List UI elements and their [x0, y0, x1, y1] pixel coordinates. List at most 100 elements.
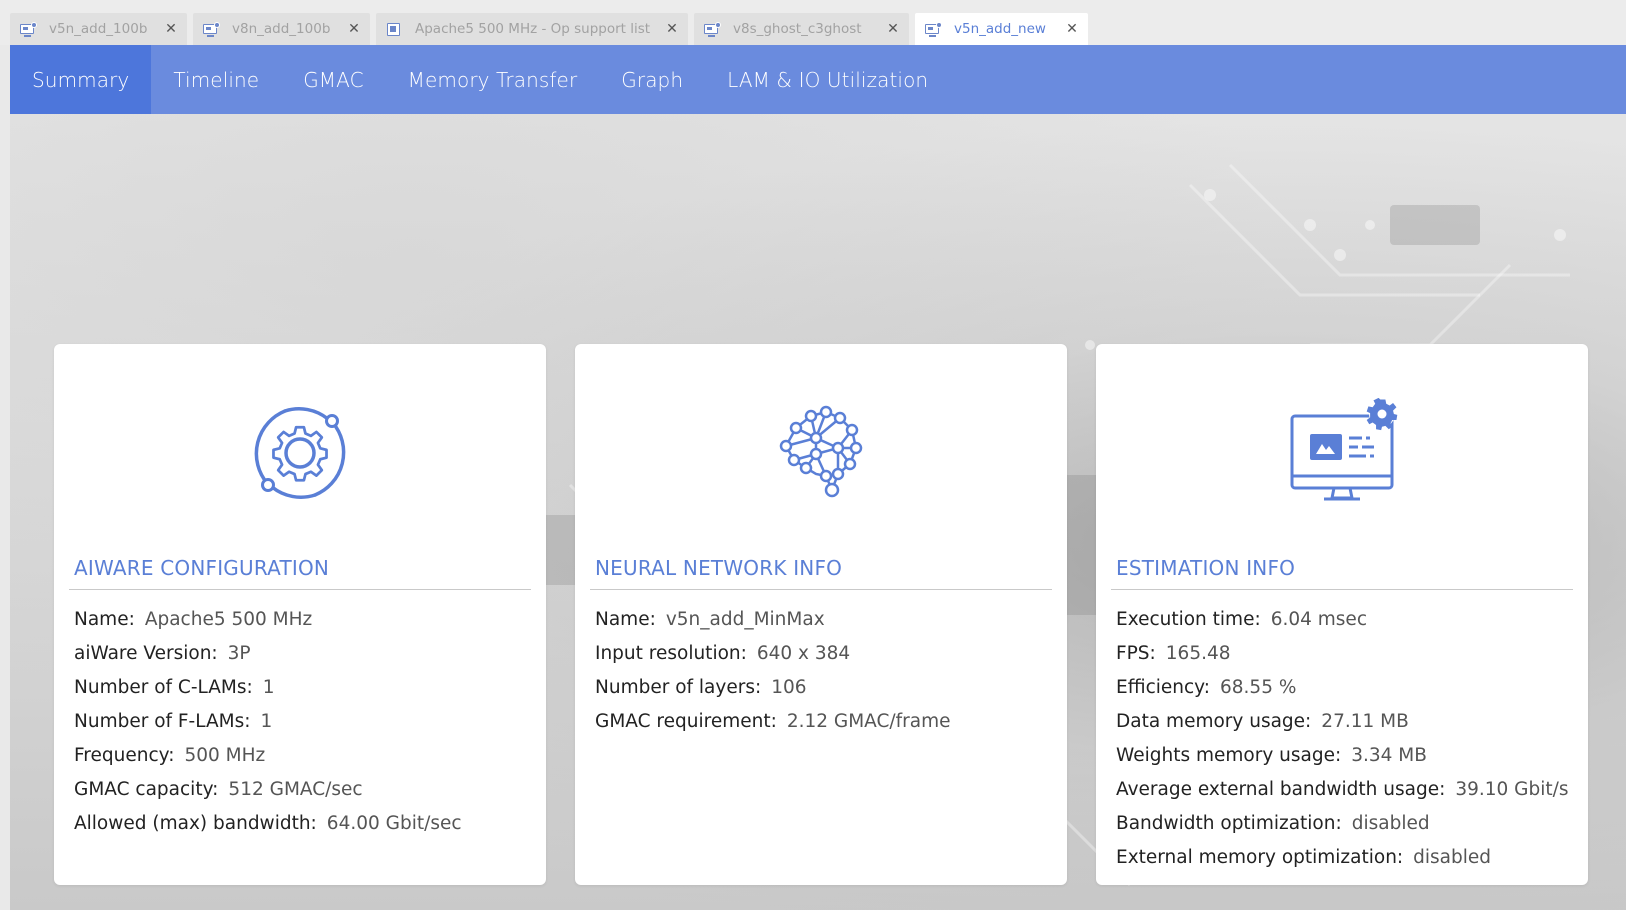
- divider: [1111, 589, 1573, 590]
- close-icon[interactable]: ✕: [666, 21, 678, 37]
- info-value: Apache5 500 MHz: [144, 608, 313, 630]
- info-key: Number of F-LAMs:: [74, 710, 251, 732]
- info-value: 512 GMAC/sec: [228, 778, 363, 800]
- info-key: Input resolution:: [595, 642, 747, 664]
- editor-tab-label: v8n_add_100b: [232, 21, 331, 37]
- editor-tab-strip: v5n_add_100b ✕ v8n_add_100b ✕ Apache5 50…: [0, 0, 1626, 45]
- info-key: Efficiency:: [1116, 676, 1210, 698]
- summary-view: Summary Timeline GMAC Memory Transfer Gr…: [10, 45, 1626, 910]
- editor-tab-label: Apache5 500 MHz - Op support list: [415, 21, 651, 37]
- tab-lam-io-utilization[interactable]: LAM & IO Utilization: [705, 45, 950, 114]
- info-key: Name:: [74, 608, 135, 630]
- info-value: 68.55 %: [1220, 676, 1297, 698]
- info-value: disabled: [1351, 812, 1430, 834]
- aiware-configuration-card: AIWARE CONFIGURATION Name: Apache5 500 MH…: [54, 344, 546, 885]
- tab-timeline[interactable]: Timeline: [151, 45, 281, 114]
- close-icon[interactable]: ✕: [887, 21, 899, 37]
- info-key: Execution time:: [1116, 608, 1261, 630]
- card-title: NEURAL NETWORK INFO: [595, 556, 843, 580]
- info-value: 64.00 Gbit/sec: [326, 812, 462, 834]
- editor-tab-v8n-add-100b[interactable]: v8n_add_100b ✕: [193, 13, 370, 45]
- info-row: GMAC requirement: 2.12 GMAC/frame: [595, 704, 1057, 738]
- info-row: Efficiency: 68.55 %: [1116, 670, 1578, 704]
- monitor-icon: [925, 21, 942, 37]
- tab-graph[interactable]: Graph: [599, 45, 705, 114]
- neural-brain-icon: [779, 405, 863, 498]
- info-value: 3.34 MB: [1351, 744, 1427, 766]
- tab-memory-transfer[interactable]: Memory Transfer: [386, 45, 600, 114]
- estimation-rows: Execution time: 6.04 msec FPS: 165.48 Effi…: [1116, 602, 1578, 874]
- info-value: disabled: [1413, 846, 1492, 868]
- info-value: 6.04 msec: [1270, 608, 1367, 630]
- editor-tab-v8s-ghost[interactable]: v8s_ghost_c3ghost ✕: [694, 13, 909, 45]
- close-icon[interactable]: ✕: [1066, 21, 1078, 37]
- editor-tab-v5n-add-new[interactable]: v5n_add_new ✕: [915, 13, 1088, 45]
- network-rows: Name: v5n_add_MinMax Input resolution: 640…: [595, 602, 1057, 738]
- card-title: ESTIMATION INFO: [1116, 556, 1296, 580]
- info-key: Bandwidth optimization:: [1116, 812, 1342, 834]
- info-key: Data memory usage:: [1116, 710, 1312, 732]
- info-row: GMAC capacity: 512 GMAC/sec: [74, 772, 536, 806]
- chip-icon: [386, 22, 403, 37]
- info-key: Name:: [595, 608, 656, 630]
- monitor-icon: [20, 21, 37, 37]
- info-row: Name: v5n_add_MinMax: [595, 602, 1057, 636]
- info-value: 39.10 Gbit/s: [1455, 778, 1569, 800]
- divider: [590, 589, 1052, 590]
- info-value: 500 MHz: [184, 744, 266, 766]
- estimation-icon-wrap: [1096, 398, 1588, 508]
- editor-tab-v5n-add-100b[interactable]: v5n_add_100b ✕: [10, 13, 187, 45]
- monitor-icon: [203, 21, 220, 37]
- info-value: 27.11 MB: [1321, 710, 1409, 732]
- editor-tab-label: v5n_add_100b: [49, 21, 148, 37]
- editor-tab-label: v8s_ghost_c3ghost: [733, 21, 862, 37]
- editor-tab-op-support-list[interactable]: Apache5 500 MHz - Op support list ✕: [376, 13, 688, 45]
- info-row: Input resolution: 640 x 384: [595, 636, 1057, 670]
- main-nav: Summary Timeline GMAC Memory Transfer Gr…: [10, 45, 1626, 114]
- info-row: Allowed (max) bandwidth: 64.00 Gbit/sec: [74, 806, 536, 840]
- info-value: 640 x 384: [756, 642, 851, 664]
- info-row: Number of C-LAMs: 1: [74, 670, 536, 704]
- info-key: GMAC requirement:: [595, 710, 777, 732]
- network-icon-wrap: [575, 398, 1067, 508]
- info-key: aiWare Version:: [74, 642, 218, 664]
- tab-summary[interactable]: Summary: [10, 45, 152, 114]
- gear-cycle-icon: [254, 407, 346, 499]
- info-row: Data memory usage: 27.11 MB: [1116, 704, 1578, 738]
- info-value: 1: [262, 676, 275, 698]
- info-key: Allowed (max) bandwidth:: [74, 812, 317, 834]
- info-value: 3P: [227, 642, 251, 664]
- info-value: 106: [771, 676, 807, 698]
- info-value: 2.12 GMAC/frame: [786, 710, 951, 732]
- info-value: 165.48: [1165, 642, 1231, 664]
- info-row: Weights memory usage: 3.34 MB: [1116, 738, 1578, 772]
- info-key: Average external bandwidth usage:: [1116, 778, 1446, 800]
- info-key: GMAC capacity:: [74, 778, 219, 800]
- info-row: Number of F-LAMs: 1: [74, 704, 536, 738]
- info-row: Bandwidth optimization: disabled: [1116, 806, 1578, 840]
- info-row: Frequency: 500 MHz: [74, 738, 536, 772]
- close-icon[interactable]: ✕: [165, 21, 177, 37]
- aiware-rows: Name: Apache5 500 MHz aiWare Version: 3P N…: [74, 602, 536, 840]
- info-row: Number of layers: 106: [595, 670, 1057, 704]
- estimation-info-card: ESTIMATION INFO Execution time: 6.04 msec…: [1096, 344, 1588, 885]
- info-key: FPS:: [1116, 642, 1156, 664]
- aiware-icon-wrap: [54, 398, 546, 508]
- info-row: aiWare Version: 3P: [74, 636, 536, 670]
- info-value: 1: [260, 710, 273, 732]
- close-icon[interactable]: ✕: [348, 21, 360, 37]
- info-key: Number of layers:: [595, 676, 762, 698]
- monitor-settings-icon: [1290, 398, 1398, 501]
- neural-network-info-card: NEURAL NETWORK INFO Name: v5n_add_MinMax …: [575, 344, 1067, 885]
- divider: [69, 589, 531, 590]
- info-key: Frequency:: [74, 744, 175, 766]
- editor-tab-label: v5n_add_new: [954, 21, 1046, 37]
- info-key: External memory optimization:: [1116, 846, 1404, 868]
- info-key: Number of C-LAMs:: [74, 676, 253, 698]
- monitor-icon: [704, 21, 721, 37]
- info-row: External memory optimization: disabled: [1116, 840, 1578, 874]
- info-row: Execution time: 6.04 msec: [1116, 602, 1578, 636]
- info-row: Average external bandwidth usage: 39.10 G…: [1116, 772, 1578, 806]
- info-key: Weights memory usage:: [1116, 744, 1342, 766]
- tab-gmac[interactable]: GMAC: [281, 45, 385, 114]
